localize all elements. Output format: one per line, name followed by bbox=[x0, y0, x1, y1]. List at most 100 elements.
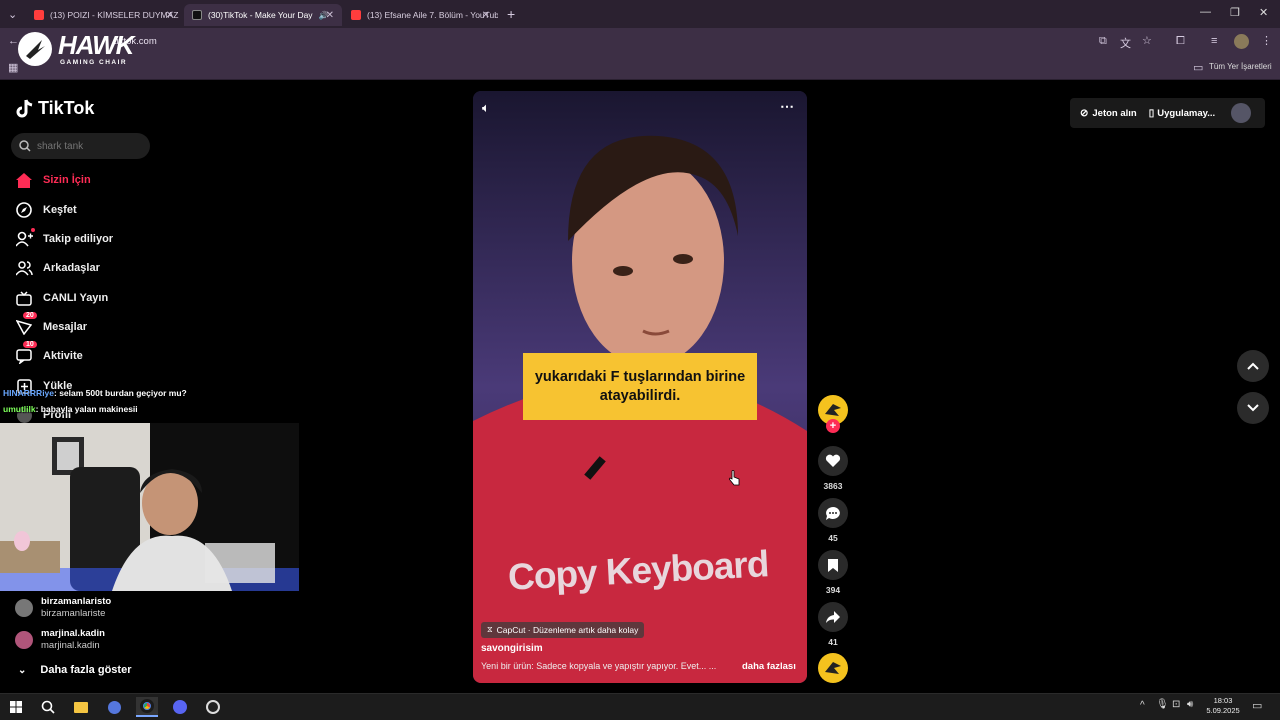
sidebar-item-label: Keşfet bbox=[43, 204, 77, 216]
search-taskbar-button[interactable] bbox=[37, 697, 59, 717]
save-count: 394 bbox=[825, 585, 841, 595]
app-icon bbox=[107, 700, 121, 714]
sidebar-item-explore[interactable]: Keşfet bbox=[15, 199, 77, 221]
video-author[interactable]: savongirisim bbox=[481, 643, 543, 654]
messages-badge: 20 bbox=[23, 312, 37, 319]
logo-text: TikTok bbox=[38, 98, 95, 118]
translate-icon[interactable]: 文 bbox=[1120, 35, 1131, 51]
next-video-button[interactable] bbox=[1237, 392, 1269, 424]
chat-user: HINARRRiye bbox=[3, 388, 55, 398]
new-tab-icon[interactable]: + bbox=[507, 6, 515, 22]
discord-button[interactable] bbox=[169, 697, 191, 717]
tab-title: (13) Efsane Aile 7. Bölüm - YouTube bbox=[367, 10, 498, 20]
sidebar-item-activity[interactable]: 10 Aktivite bbox=[15, 341, 83, 367]
see-more-link[interactable]: daha fazlası bbox=[742, 661, 796, 672]
notification-icon[interactable]: ▭ bbox=[1252, 699, 1262, 712]
more-options-icon[interactable]: ⋯ bbox=[780, 98, 794, 115]
tab-efsane-aile[interactable]: (13) Efsane Aile 7. Bölüm - YouTube ✕ bbox=[343, 4, 498, 26]
video-caption-overlay: yukarıdaki F tuşlarından birine atayabil… bbox=[523, 353, 757, 420]
like-count: 3863 bbox=[823, 481, 843, 491]
previous-video-button[interactable] bbox=[1237, 350, 1269, 382]
clock-time: 18:03 bbox=[1213, 696, 1233, 705]
obs-button[interactable] bbox=[202, 697, 224, 717]
comment-button[interactable] bbox=[818, 498, 848, 528]
clock-date: 5.09.2025 bbox=[1206, 706, 1240, 715]
activity-icon: 10 bbox=[15, 341, 37, 365]
discord-icon bbox=[173, 700, 187, 714]
sidebar-item-label: Arkadaşlar bbox=[43, 262, 100, 274]
install-icon[interactable]: ⧉ bbox=[1099, 35, 1107, 48]
chrome-button[interactable] bbox=[136, 697, 158, 717]
tab-tiktok[interactable]: (30)TikTok - Make Your Day 🔊 ✕ bbox=[184, 4, 342, 26]
address-bar: ← tiktok.com ⧉ 文 ☆ ⧠ ≡ ⋮ bbox=[0, 28, 1280, 56]
following-account[interactable]: birzamanlaristo birzamanlariste bbox=[15, 596, 111, 620]
sidebar-item-friends[interactable]: Arkadaşlar bbox=[15, 257, 100, 279]
close-icon[interactable]: ✕ bbox=[326, 10, 334, 21]
comment-count: 45 bbox=[828, 533, 838, 543]
chevron-down-icon: ⌄ bbox=[18, 664, 27, 676]
apps-icon[interactable]: ▦ bbox=[8, 61, 18, 74]
chevron-down-icon bbox=[1247, 404, 1259, 412]
chat-user: umutlilk bbox=[3, 404, 36, 414]
tray-chevron-icon[interactable]: ^ bbox=[1140, 700, 1145, 711]
following-account[interactable]: marjinal.kadin marjinal.kadin bbox=[15, 628, 105, 652]
search-box[interactable] bbox=[11, 133, 150, 159]
comment-icon bbox=[826, 506, 840, 520]
sidebar-item-following[interactable]: Takip ediliyor bbox=[15, 228, 113, 250]
search-input[interactable] bbox=[37, 140, 137, 152]
chevron-up-icon bbox=[1247, 362, 1259, 370]
tab-search-icon[interactable]: ⌄ bbox=[8, 8, 17, 21]
profile-avatar[interactable] bbox=[1234, 34, 1249, 49]
share-button[interactable] bbox=[818, 602, 848, 632]
follow-plus-icon[interactable]: + bbox=[826, 419, 840, 433]
minimize-icon[interactable]: — bbox=[1200, 6, 1211, 18]
media-icon[interactable]: ≡ bbox=[1211, 35, 1217, 47]
get-coins-button[interactable]: Jeton alın bbox=[1092, 108, 1136, 119]
tab-poizi[interactable]: (13) POIZI - KİMSELER DUYMAZ ✕ bbox=[26, 4, 182, 26]
search-icon bbox=[41, 700, 55, 714]
get-app-button[interactable]: Uygulamay... bbox=[1157, 108, 1215, 119]
sidebar-item-messages[interactable]: 20 Mesajlar bbox=[15, 312, 87, 338]
friends-icon bbox=[15, 259, 33, 277]
youtube-icon bbox=[34, 10, 44, 20]
close-icon[interactable]: ✕ bbox=[166, 10, 174, 21]
tiktok-icon bbox=[192, 10, 202, 20]
save-button[interactable] bbox=[818, 550, 848, 580]
all-bookmarks-link[interactable]: Tüm Yer İşaretleri bbox=[1209, 62, 1272, 71]
file-explorer-button[interactable] bbox=[70, 697, 92, 717]
hawk-logo-overlay: HAWK GAMING CHAIR bbox=[18, 30, 134, 70]
tab-title: (13) POIZI - KİMSELER DUYMAZ bbox=[50, 10, 179, 20]
chat-message: HINARRRiye: selam 500t burdan geçiyor mu… bbox=[3, 388, 187, 398]
sidebar-item-for-you[interactable]: Sizin İçin bbox=[15, 169, 91, 191]
close-window-icon[interactable]: ✕ bbox=[1259, 6, 1268, 19]
restore-icon[interactable]: ❐ bbox=[1230, 6, 1240, 19]
bookmarks-bar: ▦ ▭ Tüm Yer İşaretleri bbox=[0, 56, 1280, 80]
obs-icon bbox=[206, 700, 220, 714]
extensions-icon[interactable]: ⧠ bbox=[1176, 35, 1185, 48]
compass-icon bbox=[15, 201, 33, 219]
app-button[interactable] bbox=[103, 697, 125, 717]
capcut-banner[interactable]: ⧖ CapCut · Düzenleme artık daha kolay bbox=[481, 622, 645, 638]
start-button[interactable] bbox=[5, 697, 27, 717]
sidebar-item-live[interactable]: CANLI Yayın bbox=[15, 287, 108, 309]
capcut-icon: ⧖ bbox=[487, 625, 493, 634]
sound-disc[interactable] bbox=[818, 653, 848, 683]
user-avatar[interactable] bbox=[1231, 103, 1252, 123]
caption-line-1: yukarıdaki F tuşlarından birine bbox=[534, 368, 746, 385]
close-icon[interactable]: ✕ bbox=[482, 10, 490, 21]
tiktok-logo[interactable]: TikTok bbox=[16, 98, 94, 119]
youtube-icon bbox=[351, 10, 361, 20]
star-icon[interactable]: ☆ bbox=[1142, 34, 1152, 47]
coin-icon: ⊘ bbox=[1080, 107, 1089, 119]
menu-icon[interactable]: ⋮ bbox=[1261, 34, 1272, 47]
streamer-webcam bbox=[0, 423, 299, 591]
volume-icon[interactable]: 🔈︎ bbox=[482, 100, 490, 116]
show-more-button[interactable]: ⌄ Daha fazla göster bbox=[18, 664, 131, 676]
network-icon[interactable]: ⊡ bbox=[1172, 699, 1180, 710]
like-button[interactable] bbox=[818, 446, 848, 476]
system-clock[interactable]: 18:03 5.09.2025 bbox=[1200, 696, 1246, 716]
chat-text: : babayla yalan makinesii bbox=[35, 404, 138, 414]
microphone-icon[interactable]: 🎙︎ bbox=[1156, 699, 1169, 710]
volume-icon[interactable]: 🔊︎ bbox=[1187, 699, 1193, 710]
chat-message: umutlilk: babayla yalan makinesii bbox=[3, 404, 138, 414]
